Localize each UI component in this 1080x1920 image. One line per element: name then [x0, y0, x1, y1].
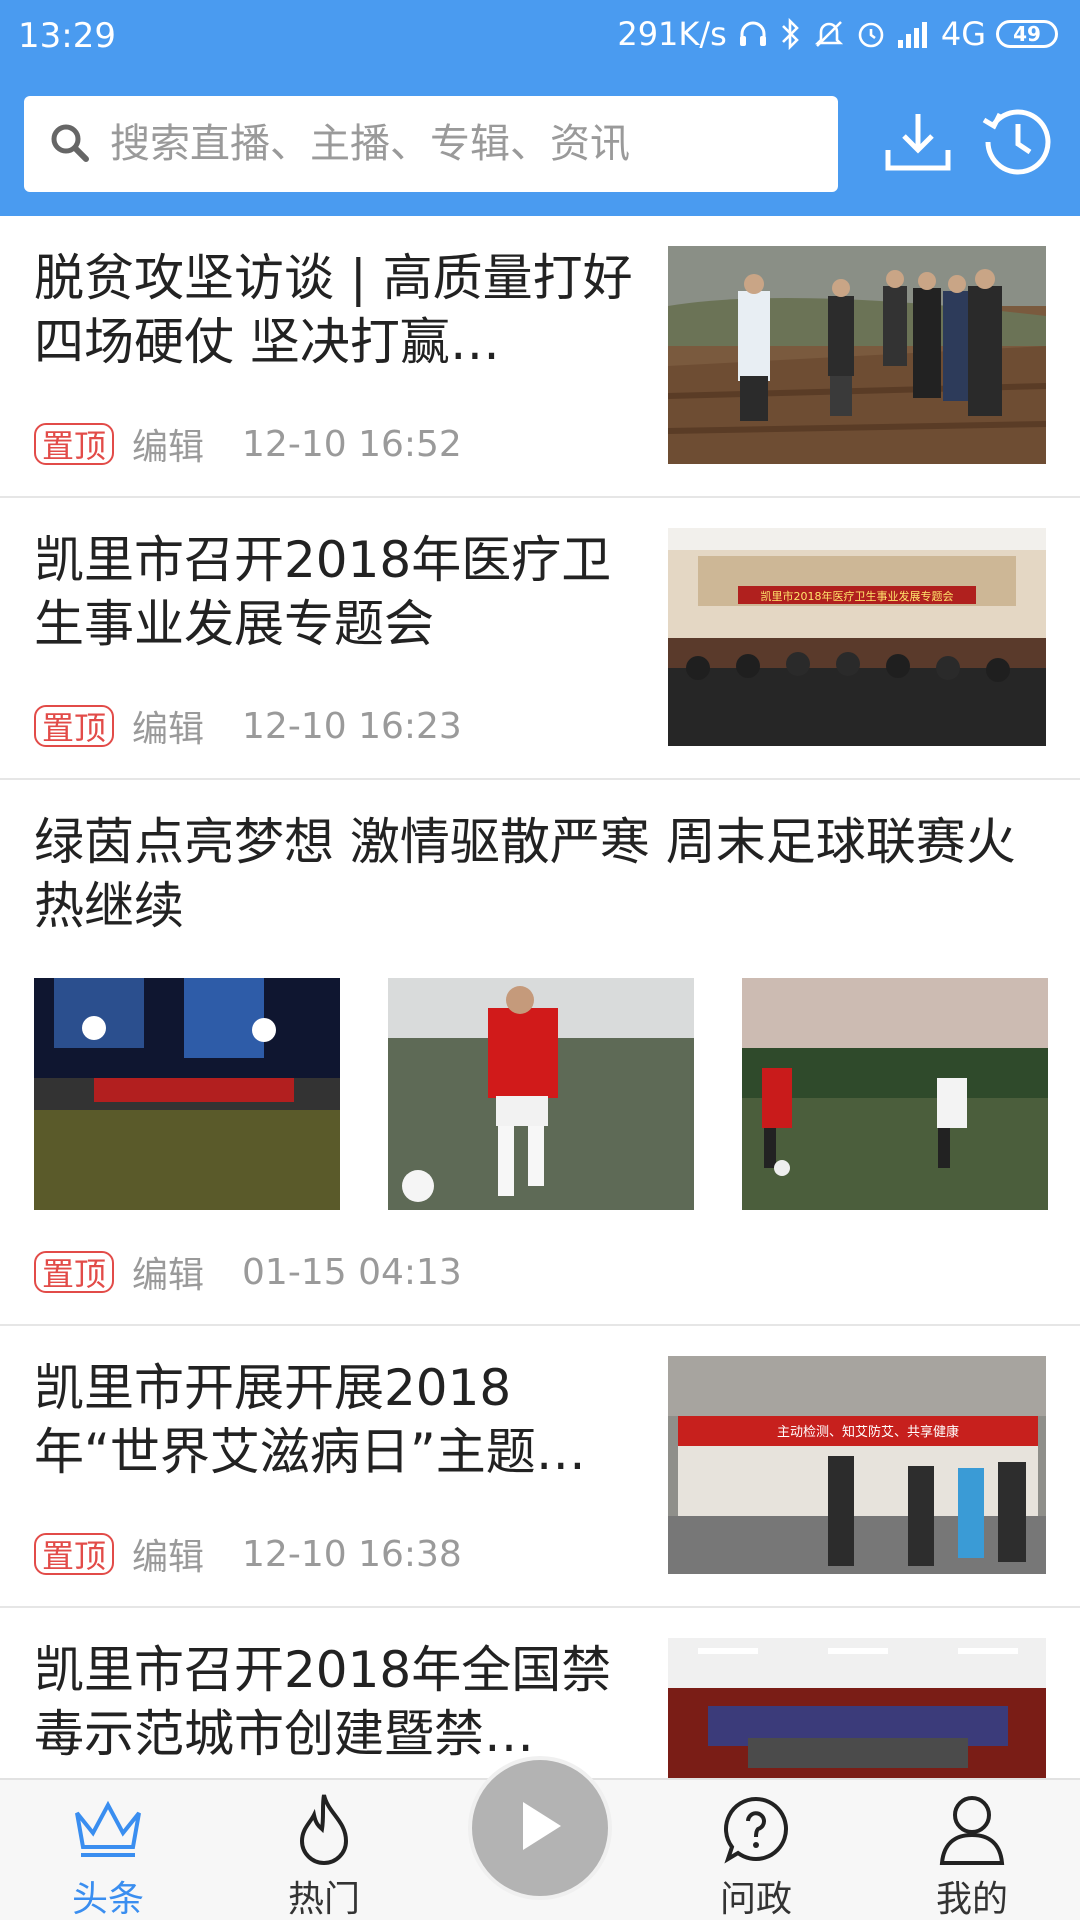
history-clock-icon — [980, 104, 1056, 184]
news-image[interactable] — [388, 978, 694, 1210]
banner-text: 主动检测、知艾防艾、共享健康 — [777, 1424, 959, 1440]
tab-inquiry[interactable]: 问政 — [686, 1780, 826, 1920]
status-bar: 13:29 291K/s 4G 49 — [0, 0, 1080, 74]
banner-text: 凯里市2018年医疗卫生事业发展专题会 — [761, 589, 954, 603]
tab-label: 头条 — [71, 1879, 144, 1920]
news-time: 12-10 16:52 — [242, 423, 462, 465]
tab-hot[interactable]: 热门 — [254, 1780, 394, 1920]
mute-bell-icon — [813, 14, 845, 54]
person-icon — [932, 1790, 1012, 1868]
news-thumbnail[interactable]: 主动检测、知艾防艾、共享健康 — [668, 1356, 1046, 1574]
news-time: 01-15 04:13 — [242, 1251, 462, 1293]
tab-label: 问政 — [719, 1879, 792, 1920]
news-time: 12-10 16:38 — [242, 1533, 462, 1575]
news-meta: 置顶 编辑 12-10 16:23 — [34, 700, 462, 752]
tab-me[interactable]: 我的 — [902, 1780, 1042, 1920]
news-item[interactable]: 凯里市召开2018年全国禁毒示范城市创建暨禁… — [0, 1608, 1080, 1778]
status-time: 13:29 — [18, 16, 116, 56]
news-title[interactable]: 绿茵点亮梦想 激情驱散严寒 周末足球联赛火热继续 — [34, 810, 1044, 938]
center-play-button[interactable] — [468, 1756, 612, 1900]
news-meta: 置顶 编辑 01-15 04:13 — [34, 1246, 462, 1298]
headset-icon — [737, 14, 769, 54]
pinned-badge: 置顶 — [34, 1251, 115, 1293]
history-button[interactable] — [978, 104, 1058, 184]
news-image[interactable] — [742, 978, 1048, 1210]
news-item[interactable]: 凯里市召开2018年医疗卫生事业发展专题会 置顶 编辑 12-10 16:23 … — [0, 498, 1080, 780]
bluetooth-icon — [779, 14, 803, 54]
tab-label: 我的 — [935, 1879, 1008, 1920]
network-speed: 291K/s — [617, 15, 727, 53]
status-indicators: 291K/s 4G 49 — [617, 14, 1058, 54]
download-button[interactable] — [878, 104, 958, 184]
search-icon — [48, 121, 90, 167]
news-item[interactable]: 脱贫攻坚访谈 | 高质量打好四场硬仗 坚决打赢… 置顶 编辑 12-10 16:… — [0, 216, 1080, 498]
news-time: 12-10 16:23 — [242, 705, 462, 747]
news-item[interactable]: 绿茵点亮梦想 激情驱散严寒 周末足球联赛火热继续 置顶 编辑 01-15 04:… — [0, 780, 1080, 1326]
play-icon — [515, 1798, 565, 1858]
download-icon — [882, 106, 954, 182]
pinned-badge: 置顶 — [34, 1533, 115, 1575]
news-thumbnail[interactable]: 凯里市2018年医疗卫生事业发展专题会 — [668, 528, 1046, 746]
battery-icon: 49 — [996, 20, 1058, 48]
question-bubble-icon — [716, 1790, 796, 1868]
search-bar[interactable] — [24, 96, 838, 192]
news-thumbnail[interactable] — [668, 246, 1046, 464]
flame-icon — [284, 1790, 364, 1868]
news-image[interactable] — [34, 978, 340, 1210]
news-item[interactable]: 凯里市开展开展2018年“世界艾滋病日”主题… 置顶 编辑 12-10 16:3… — [0, 1326, 1080, 1608]
tab-headlines[interactable]: 头条 — [38, 1780, 178, 1920]
news-title[interactable]: 凯里市召开2018年全国禁毒示范城市创建暨禁… — [34, 1638, 634, 1766]
network-type: 4G — [940, 15, 986, 53]
news-title[interactable]: 凯里市召开2018年医疗卫生事业发展专题会 — [34, 528, 634, 656]
pinned-badge: 置顶 — [34, 423, 115, 465]
news-author: 编辑 — [132, 709, 205, 750]
news-author: 编辑 — [132, 1255, 205, 1296]
crown-icon — [68, 1790, 148, 1868]
news-thumbnail[interactable] — [668, 1638, 1046, 1778]
news-feed[interactable]: 脱贫攻坚访谈 | 高质量打好四场硬仗 坚决打赢… 置顶 编辑 12-10 16:… — [0, 216, 1080, 1778]
pinned-badge: 置顶 — [34, 705, 115, 747]
search-input[interactable] — [110, 121, 810, 167]
news-meta: 置顶 编辑 12-10 16:52 — [34, 418, 462, 470]
news-meta: 置顶 编辑 12-10 16:38 — [34, 1528, 462, 1580]
alarm-icon — [855, 14, 887, 54]
news-title[interactable]: 凯里市开展开展2018年“世界艾滋病日”主题… — [34, 1356, 634, 1484]
news-author: 编辑 — [132, 427, 205, 468]
tab-label: 热门 — [287, 1879, 360, 1920]
signal-icon — [897, 14, 931, 54]
app-header: 13:29 291K/s 4G 49 — [0, 0, 1080, 216]
news-title[interactable]: 脱贫攻坚访谈 | 高质量打好四场硬仗 坚决打赢… — [34, 246, 634, 374]
news-author: 编辑 — [132, 1537, 205, 1578]
